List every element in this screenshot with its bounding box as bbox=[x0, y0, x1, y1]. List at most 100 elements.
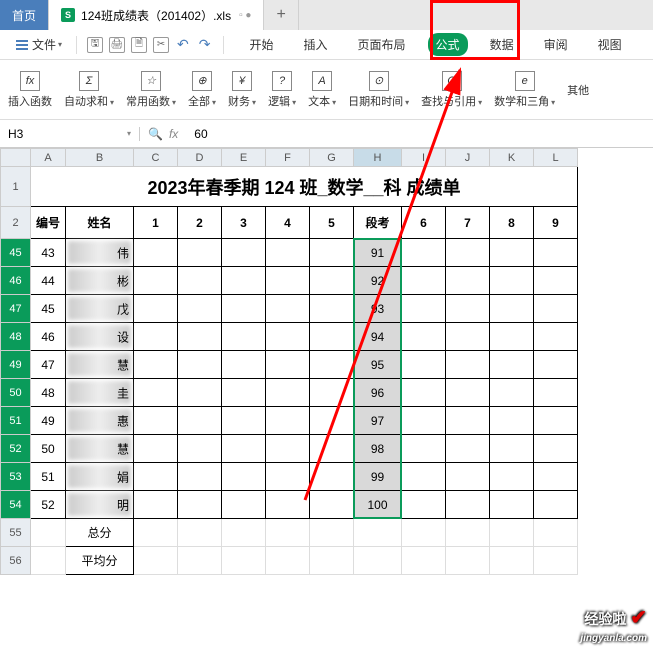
cell[interactable] bbox=[402, 351, 446, 379]
cell[interactable] bbox=[354, 519, 402, 547]
cell[interactable] bbox=[490, 351, 534, 379]
cell-num[interactable]: 45 bbox=[31, 295, 66, 323]
cell[interactable] bbox=[222, 547, 266, 575]
cell[interactable] bbox=[178, 491, 222, 519]
cell-score[interactable]: 96 bbox=[354, 379, 402, 407]
cell[interactable] bbox=[534, 239, 578, 267]
cell-score[interactable]: 91 bbox=[354, 239, 402, 267]
row-header[interactable]: 48 bbox=[1, 323, 31, 351]
cell[interactable] bbox=[178, 295, 222, 323]
row-header[interactable]: 55 bbox=[1, 519, 31, 547]
autosum-button[interactable]: Σ 自动求和▾ bbox=[64, 71, 114, 109]
cell[interactable] bbox=[490, 239, 534, 267]
cell-score[interactable]: 92 bbox=[354, 267, 402, 295]
cell-score[interactable]: 98 bbox=[354, 435, 402, 463]
row-header[interactable]: 54 bbox=[1, 491, 31, 519]
cell[interactable] bbox=[490, 463, 534, 491]
cell[interactable] bbox=[402, 435, 446, 463]
cell[interactable] bbox=[266, 435, 310, 463]
cell[interactable] bbox=[534, 379, 578, 407]
cell-name[interactable]: 彬 bbox=[66, 267, 134, 295]
cell[interactable] bbox=[222, 295, 266, 323]
cell-name[interactable]: 戊 bbox=[66, 295, 134, 323]
cell[interactable] bbox=[534, 267, 578, 295]
cell[interactable] bbox=[310, 491, 354, 519]
ribbon-tab-insert[interactable]: 插入 bbox=[296, 33, 336, 56]
qat-cut-icon[interactable]: ✂ bbox=[153, 37, 169, 53]
cell[interactable] bbox=[534, 351, 578, 379]
column-header[interactable]: K bbox=[490, 149, 534, 167]
qat-save-icon[interactable]: 🖫 bbox=[87, 37, 103, 53]
cell[interactable] bbox=[310, 547, 354, 575]
cell[interactable] bbox=[402, 547, 446, 575]
datetime-functions-button[interactable]: ⊙ 日期和时间▾ bbox=[348, 71, 409, 109]
insert-function-button[interactable]: fx 插入函数 bbox=[8, 71, 52, 109]
header-cell[interactable]: 9 bbox=[534, 207, 578, 239]
column-header[interactable]: E bbox=[222, 149, 266, 167]
cell[interactable] bbox=[178, 435, 222, 463]
cell[interactable] bbox=[134, 323, 178, 351]
cell[interactable] bbox=[446, 463, 490, 491]
cell[interactable] bbox=[402, 379, 446, 407]
cell[interactable] bbox=[490, 435, 534, 463]
cell[interactable] bbox=[446, 295, 490, 323]
cell[interactable] bbox=[178, 239, 222, 267]
text-functions-button[interactable]: A 文本▾ bbox=[308, 71, 336, 109]
cell[interactable] bbox=[178, 267, 222, 295]
cell-name[interactable]: 慧 bbox=[66, 435, 134, 463]
common-functions-button[interactable]: ☆ 常用函数▾ bbox=[126, 71, 176, 109]
cell-name[interactable]: 圭 bbox=[66, 379, 134, 407]
cell-name[interactable]: 设 bbox=[66, 323, 134, 351]
row-header[interactable]: 51 bbox=[1, 407, 31, 435]
cell[interactable] bbox=[402, 463, 446, 491]
cell[interactable] bbox=[178, 323, 222, 351]
column-header[interactable]: B bbox=[66, 149, 134, 167]
cell[interactable] bbox=[222, 463, 266, 491]
header-cell[interactable]: 2 bbox=[178, 207, 222, 239]
column-header[interactable]: F bbox=[266, 149, 310, 167]
cell[interactable] bbox=[446, 435, 490, 463]
cell-num[interactable]: 48 bbox=[31, 379, 66, 407]
cell[interactable] bbox=[490, 295, 534, 323]
cell[interactable] bbox=[266, 239, 310, 267]
cell[interactable] bbox=[402, 239, 446, 267]
tab-file[interactable]: S 124班成绩表（201402）.xls ▫ ● bbox=[49, 0, 264, 30]
cell[interactable] bbox=[446, 351, 490, 379]
cell-num[interactable]: 46 bbox=[31, 323, 66, 351]
tab-new[interactable]: + bbox=[264, 0, 298, 30]
cell[interactable] bbox=[266, 407, 310, 435]
column-header[interactable]: I bbox=[402, 149, 446, 167]
column-header[interactable]: J bbox=[446, 149, 490, 167]
cell[interactable] bbox=[266, 323, 310, 351]
column-header[interactable]: D bbox=[178, 149, 222, 167]
cell[interactable] bbox=[446, 239, 490, 267]
cell[interactable] bbox=[402, 407, 446, 435]
cell[interactable] bbox=[310, 407, 354, 435]
column-header[interactable]: C bbox=[134, 149, 178, 167]
cell[interactable] bbox=[222, 407, 266, 435]
cell[interactable] bbox=[310, 519, 354, 547]
cell[interactable] bbox=[490, 323, 534, 351]
row-header[interactable]: 1 bbox=[1, 167, 31, 207]
cell[interactable] bbox=[534, 463, 578, 491]
cell[interactable] bbox=[266, 491, 310, 519]
cell[interactable] bbox=[266, 295, 310, 323]
cell[interactable] bbox=[31, 519, 66, 547]
cell[interactable] bbox=[222, 491, 266, 519]
fx-icon[interactable]: fx bbox=[169, 127, 178, 141]
header-cell[interactable]: 6 bbox=[402, 207, 446, 239]
row-header[interactable]: 45 bbox=[1, 239, 31, 267]
cell-score[interactable]: 93 bbox=[354, 295, 402, 323]
sheet-title[interactable]: 2023年春季期 124 班_数学__科 成绩单 bbox=[31, 167, 578, 207]
cell-name[interactable]: 伟 bbox=[66, 239, 134, 267]
cell[interactable] bbox=[446, 379, 490, 407]
cell[interactable] bbox=[222, 267, 266, 295]
cell[interactable] bbox=[534, 323, 578, 351]
cell[interactable] bbox=[134, 491, 178, 519]
formula-input[interactable] bbox=[186, 127, 653, 141]
cell[interactable] bbox=[446, 407, 490, 435]
cell[interactable] bbox=[446, 519, 490, 547]
cell[interactable] bbox=[534, 435, 578, 463]
cell-score[interactable]: 95 bbox=[354, 351, 402, 379]
cell[interactable] bbox=[134, 351, 178, 379]
